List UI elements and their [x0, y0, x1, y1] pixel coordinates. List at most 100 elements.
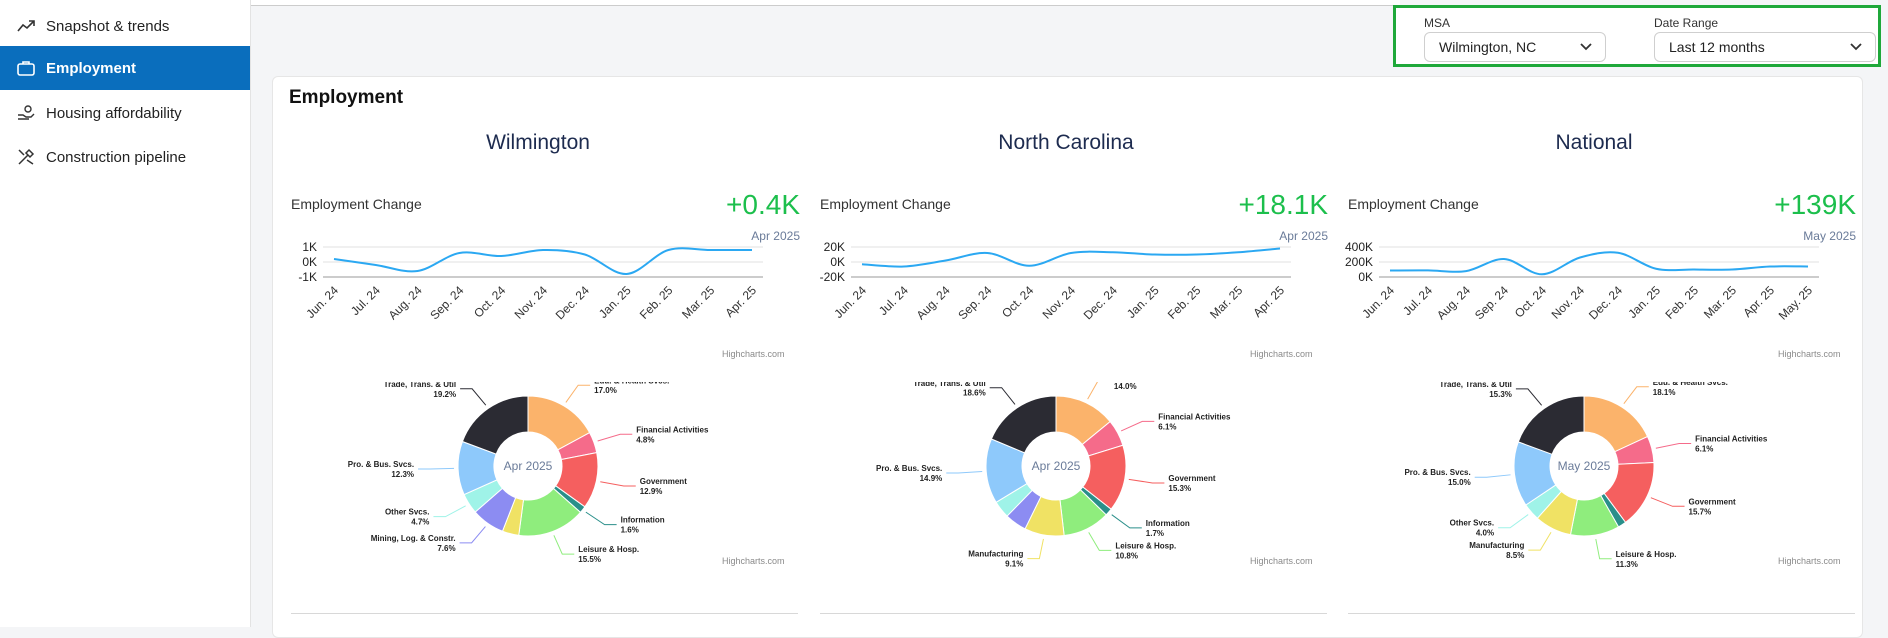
- sidebar: Snapshot & trends Employment Housing aff…: [0, 0, 251, 627]
- date-range-select[interactable]: Last 12 months: [1654, 32, 1876, 62]
- chevron-down-icon: [1849, 40, 1863, 57]
- data-label-value: 19.2%: [433, 390, 456, 399]
- data-label-value: 7.6%: [437, 544, 455, 553]
- data-label-value: 15.0%: [1448, 478, 1471, 487]
- y-tick-label: 200K: [1345, 255, 1373, 269]
- employment-change-date: May 2025: [1803, 229, 1856, 243]
- y-tick-label: 1K: [302, 242, 317, 254]
- x-tick-label: Feb. 25: [1662, 283, 1701, 322]
- data-label: Leisure & Hosp.: [578, 545, 639, 554]
- data-label-value: 4.8%: [636, 435, 654, 444]
- data-label-connector: [1087, 382, 1098, 400]
- card-title: Employment: [289, 87, 404, 108]
- msa-value: Wilmington, NC: [1439, 39, 1537, 55]
- data-label-value: 4.7%: [411, 518, 429, 527]
- sidebar-item-snapshot[interactable]: Snapshot & trends: [0, 4, 250, 48]
- x-tick-label: May. 25: [1776, 283, 1816, 323]
- x-tick-label: Apr. 25: [1250, 283, 1287, 320]
- data-label: Trade, Trans. & Util: [913, 382, 985, 388]
- sidebar-item-employment[interactable]: Employment: [0, 46, 250, 90]
- data-label-value: 4.0%: [1476, 529, 1494, 538]
- y-tick-label: 0K: [1358, 270, 1373, 284]
- line-chart: 400K200K0KJun. 24 Jul. 24Aug. 24Sep. 24 Oc…: [1345, 242, 1819, 323]
- x-tick-label: Feb. 25: [1165, 283, 1204, 322]
- sidebar-item-housing[interactable]: Housing affordability: [0, 91, 250, 135]
- panel-title: National: [1555, 131, 1633, 154]
- data-label-connector: [585, 511, 617, 526]
- donut-center-label: Apr 2025: [504, 459, 553, 473]
- employment-change-value: +139K: [1774, 189, 1856, 220]
- data-label: Financial Activities: [1695, 434, 1768, 443]
- data-label-value: 15.3%: [1489, 390, 1512, 399]
- data-label-connector: [1120, 420, 1155, 432]
- data-label-value: 18.1%: [1653, 388, 1676, 397]
- data-label: Government: [1689, 497, 1736, 506]
- y-tick-label: 400K: [1345, 242, 1373, 254]
- data-label: Pro. & Bus. Svcs.: [348, 460, 414, 469]
- briefcase-icon: [16, 58, 36, 78]
- data-label-value: 15.7%: [1689, 507, 1712, 516]
- donut-center-label: May 2025: [1558, 459, 1611, 473]
- y-tick-label: 0K: [830, 255, 845, 269]
- donut-center-label: Apr 2025: [1032, 459, 1081, 473]
- data-label-value: 1.6%: [621, 526, 639, 535]
- data-label: Mining, Log. & Constr.: [371, 534, 456, 543]
- x-tick-label: Nov. 24: [1040, 283, 1079, 322]
- data-label-value: 12.3%: [391, 470, 414, 479]
- employment-change-value: +18.1K: [1238, 189, 1328, 220]
- data-label-connector: [1111, 514, 1142, 529]
- data-label-connector: [460, 388, 487, 406]
- data-label: Manufacturing: [968, 550, 1023, 559]
- pie-slice: [461, 395, 529, 455]
- x-tick-label: Jun. 24: [303, 283, 341, 321]
- x-tick-label: Jan. 25: [1124, 283, 1162, 321]
- employment-change-label: Employment Change: [291, 196, 422, 212]
- data-label-connector: [597, 433, 633, 442]
- filter-panel: MSA Wilmington, NC Date Range Last 12 mo…: [1393, 5, 1881, 67]
- data-label: Pro. & Bus. Svcs.: [876, 464, 942, 473]
- employment-change-value: +0.4K: [726, 189, 800, 220]
- data-label-connector: [1623, 386, 1649, 404]
- x-tick-label: Mar. 25: [1701, 283, 1739, 321]
- x-tick-label: Sep. 24: [1472, 283, 1511, 322]
- data-label-value: 12.9%: [640, 487, 663, 496]
- data-label: Government: [1168, 474, 1215, 483]
- x-tick-label: Mar. 25: [679, 283, 717, 321]
- x-tick-label: Sep. 24: [955, 283, 994, 322]
- chevron-down-icon: [1579, 40, 1593, 57]
- data-label-connector: [1515, 388, 1543, 406]
- sidebar-item-construction[interactable]: Construction pipeline: [0, 135, 250, 179]
- y-tick-label: -20K: [820, 270, 845, 284]
- employment-change-label: Employment Change: [820, 196, 951, 212]
- data-label-connector: [418, 467, 455, 470]
- y-tick-label: 0K: [302, 255, 317, 269]
- panel-title: North Carolina: [998, 131, 1134, 154]
- data-label-value: 15.3%: [1168, 484, 1191, 493]
- data-label-value: 10.8%: [1115, 551, 1138, 560]
- data-label: Edu. & Health Svcs.: [594, 382, 669, 385]
- chart-credit: Highcharts.com: [1250, 349, 1313, 359]
- data-label-value: 14.0%: [1114, 382, 1137, 391]
- x-tick-label: Jul. 24: [1400, 283, 1435, 318]
- employment-change-label: Employment Change: [1348, 196, 1479, 212]
- x-tick-label: Jul. 24: [876, 283, 911, 318]
- hand-money-icon: [16, 103, 36, 123]
- data-label-connector: [553, 535, 575, 555]
- data-label: Edu. & Health Svcs.: [1653, 382, 1728, 387]
- date-range-value: Last 12 months: [1669, 39, 1765, 55]
- data-label: Pro. & Bus. Svcs.: [1404, 468, 1470, 477]
- data-label-connector: [946, 470, 983, 474]
- data-label-connector: [565, 384, 591, 403]
- sidebar-item-label: Employment: [46, 59, 137, 77]
- data-label: Financial Activities: [1158, 412, 1231, 421]
- data-label-connector: [1498, 514, 1529, 529]
- x-tick-label: Oct. 24: [471, 283, 508, 320]
- series-line: [1389, 251, 1809, 276]
- data-label-value: 1.7%: [1146, 529, 1164, 538]
- tools-icon: [16, 147, 36, 167]
- date-range-label: Date Range: [1654, 16, 1719, 30]
- msa-select[interactable]: Wilmington, NC: [1424, 32, 1606, 62]
- panel-title: Wilmington: [486, 131, 590, 154]
- x-tick-label: Nov. 24: [1549, 283, 1588, 322]
- data-label-connector: [1650, 497, 1685, 507]
